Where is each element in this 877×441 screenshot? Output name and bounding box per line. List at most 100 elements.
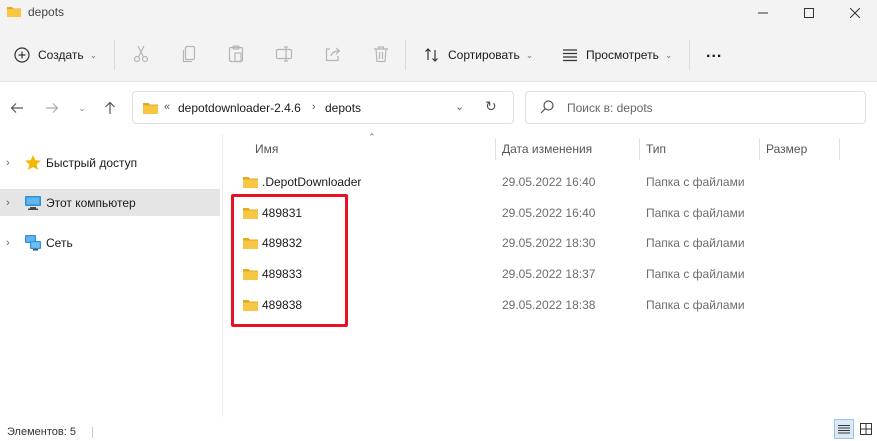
network-icon — [25, 235, 41, 251]
pane-divider[interactable] — [222, 134, 223, 417]
close-button[interactable] — [832, 0, 877, 26]
sidebar-item-label: Этот компьютер — [46, 195, 136, 210]
new-label: Создать — [38, 48, 84, 62]
breadcrumb-item[interactable]: depotdownloader-2.4.6 — [178, 101, 301, 115]
add-circle-icon — [14, 47, 30, 63]
sidebar-item-quick-access[interactable]: › Быстрый доступ — [0, 149, 220, 176]
sidebar-item-network[interactable]: › Сеть — [0, 229, 220, 256]
minimize-icon — [758, 12, 768, 14]
column-header-date[interactable]: Дата изменения — [502, 134, 592, 164]
toolbar-divider — [405, 40, 406, 70]
breadcrumb-overflow[interactable]: « — [164, 101, 170, 113]
trash-icon — [374, 46, 388, 63]
tiles-view-button[interactable] — [856, 419, 876, 439]
column-header-name[interactable]: Имя — [255, 134, 278, 164]
share-icon — [325, 47, 341, 62]
column-header-size[interactable]: Размер — [766, 134, 807, 164]
arrow-right-icon — [46, 103, 59, 113]
file-date: 29.05.2022 18:30 — [502, 236, 596, 250]
computer-icon — [25, 196, 41, 210]
folder-icon — [243, 177, 258, 188]
forward-button[interactable] — [40, 98, 64, 118]
chevron-down-icon: ⌄ — [664, 49, 673, 60]
file-date: 29.05.2022 18:38 — [502, 298, 596, 312]
view-button[interactable]: Просмотреть ⌄ — [562, 40, 672, 70]
chevron-right-icon[interactable]: › — [6, 237, 10, 249]
file-date: 29.05.2022 18:37 — [502, 267, 596, 281]
column-header-label: Тип — [646, 142, 667, 156]
column-resize-handle[interactable] — [639, 138, 640, 160]
file-type: Папка с файлами — [646, 206, 745, 220]
copy-icon — [182, 45, 196, 63]
rename-icon — [275, 46, 293, 62]
refresh-icon[interactable]: ↻ — [485, 98, 497, 115]
address-row: ⌄ « depotdownloader-2.4.6 › depots ⌄ ↻ П… — [0, 82, 877, 134]
folder-icon — [7, 7, 21, 17]
recent-locations-button[interactable]: ⌄ — [70, 98, 94, 118]
file-type: Папка с файлами — [646, 298, 745, 312]
maximize-button[interactable] — [786, 0, 832, 26]
column-resize-handle[interactable] — [839, 138, 840, 160]
sort-icon — [425, 48, 438, 62]
chevron-right-icon[interactable]: › — [6, 197, 10, 209]
paste-button[interactable] — [227, 44, 245, 64]
clipboard-icon — [228, 45, 244, 63]
details-view-button[interactable] — [834, 419, 854, 439]
sidebar-item-this-pc[interactable]: › Этот компьютер — [0, 189, 220, 216]
sort-ascending-icon: ⌃ — [368, 132, 376, 142]
address-history-dropdown[interactable]: ⌄ — [455, 100, 464, 113]
folder-icon — [143, 103, 158, 114]
file-type: Папка с файлами — [646, 175, 745, 189]
chevron-down-icon: ⌄ — [89, 49, 98, 60]
more-options-button[interactable]: ... — [706, 38, 722, 68]
highlight-box — [231, 194, 348, 327]
tiles-view-icon — [860, 423, 872, 435]
delete-button[interactable] — [372, 44, 390, 64]
up-button[interactable] — [98, 98, 122, 118]
share-button[interactable] — [324, 44, 342, 64]
back-button[interactable] — [5, 98, 29, 118]
address-bar[interactable]: « depotdownloader-2.4.6 › depots ⌄ ↻ — [132, 91, 514, 124]
arrow-up-icon — [105, 101, 115, 114]
arrow-left-icon — [10, 103, 23, 113]
star-icon — [25, 155, 41, 170]
breadcrumb-item[interactable]: depots — [325, 101, 361, 115]
file-date: 29.05.2022 16:40 — [502, 206, 596, 220]
chevron-down-icon: ⌄ — [78, 102, 86, 113]
toolbar-divider — [689, 40, 690, 70]
chevron-down-icon: ⌄ — [525, 49, 534, 60]
column-header-label: Имя — [255, 142, 279, 156]
file-date: 29.05.2022 16:40 — [502, 175, 596, 189]
chevron-right-icon[interactable]: › — [6, 157, 10, 169]
new-button[interactable]: Создать ⌄ — [14, 40, 97, 70]
file-name: .DepotDownloader — [262, 175, 362, 189]
sort-button[interactable]: Сортировать ⌄ — [424, 40, 533, 70]
command-bar: Создать ⌄ Сортировать ⌄ Просмотреть ⌄ ..… — [0, 26, 877, 82]
maximize-icon — [804, 8, 814, 18]
chevron-right-icon[interactable]: › — [312, 101, 316, 113]
more-icon: ... — [706, 44, 723, 61]
scissors-icon — [133, 45, 149, 63]
search-icon — [540, 100, 554, 114]
file-row[interactable]: .DepotDownloader 29.05.2022 16:40 Папка … — [232, 167, 766, 197]
column-resize-handle[interactable] — [495, 138, 496, 160]
search-placeholder: Поиск в: depots — [567, 101, 653, 115]
rename-button[interactable] — [275, 44, 293, 64]
details-view-icon — [838, 424, 850, 433]
column-header-label: Размер — [766, 142, 808, 156]
column-headers: ⌃ Имя Дата изменения Тип Размер — [223, 132, 877, 164]
search-box[interactable]: Поиск в: depots — [525, 91, 866, 124]
sidebar-item-label: Быстрый доступ — [46, 155, 138, 170]
column-header-label: Дата изменения — [502, 142, 593, 156]
toolbar-divider — [114, 40, 115, 70]
cut-button[interactable] — [132, 44, 150, 64]
status-bar: Элементов: 5 — [0, 417, 877, 441]
navigation-pane: › Быстрый доступ › Этот компьютер › Сеть — [0, 134, 222, 417]
minimize-button[interactable] — [740, 0, 786, 26]
column-header-type[interactable]: Тип — [646, 134, 666, 164]
column-resize-handle[interactable] — [759, 138, 760, 160]
copy-button[interactable] — [181, 44, 199, 64]
file-type: Папка с файлами — [646, 267, 745, 281]
status-divider — [92, 427, 93, 438]
sidebar-item-label: Сеть — [46, 235, 73, 250]
